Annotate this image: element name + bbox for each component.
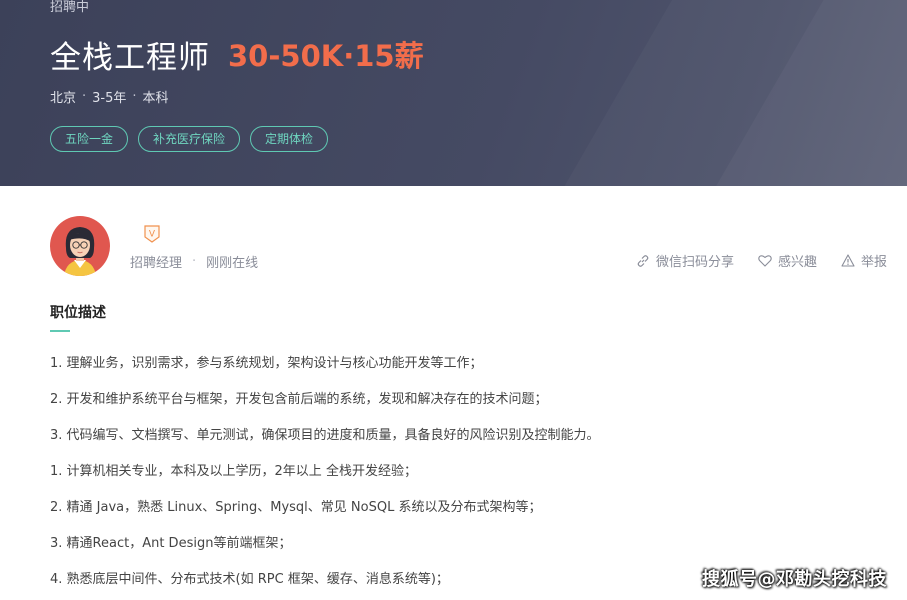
- avatar-illustration: [50, 216, 110, 276]
- warning-icon: [841, 254, 855, 267]
- report-label: 举报: [860, 255, 887, 270]
- recruiter-avatar[interactable]: [50, 216, 110, 276]
- job-status: 招聘中: [50, 0, 90, 15]
- benefit-tag: 五险一金: [50, 126, 129, 152]
- description-line: 3. 精通React，Ant Design等前端框架；: [50, 536, 292, 551]
- recruiter-role: 招聘经理: [130, 256, 183, 271]
- recruiter-online-status: 刚刚在线: [206, 256, 259, 271]
- link-icon: [637, 254, 649, 267]
- verified-badge-icon: V: [144, 225, 160, 243]
- job-header-banner: 招聘中 全栈工程师 30-50K·15薪 北京 · 3-5年 · 本科 五险一金…: [0, 0, 907, 186]
- job-actions: 微信扫码分享 感兴趣 举报: [612, 251, 887, 270]
- verified-badge-letter: V: [149, 230, 156, 240]
- description-line: 3. 代码编写、文档撰写、单元测试，确保项目的进度和质量，具备良好的风险识别及控…: [50, 428, 600, 443]
- share-label: 微信扫码分享: [655, 255, 734, 270]
- interest-button[interactable]: 感兴趣: [758, 251, 817, 270]
- meta-separator: ·: [82, 89, 87, 104]
- recruiter-info: 招聘经理 · 刚刚在线: [130, 252, 258, 271]
- job-meta: 北京 · 3-5年 · 本科: [50, 87, 169, 106]
- description-line: 2. 开发和维护系统平台与框架，开发包含前后端的系统，发现和解决存在的技术问题；: [50, 392, 548, 407]
- share-button[interactable]: 微信扫码分享: [636, 251, 734, 270]
- job-title: 全栈工程师: [50, 39, 210, 76]
- job-experience: 3-5年: [92, 91, 127, 106]
- watermark: 搜狐号@邓勘头挖科技: [702, 569, 887, 590]
- description-line: 1. 计算机相关专业，本科及以上学历，2年以上 全栈开发经验；: [50, 464, 417, 479]
- description-line: 1. 理解业务，识别需求，参与系统规划，架构设计与核心功能开发等工作；: [50, 356, 483, 371]
- job-city: 北京: [50, 91, 77, 106]
- meta-separator: ·: [132, 89, 137, 104]
- benefit-tag: 补充医疗保险: [138, 126, 241, 152]
- benefit-tag: 定期体检: [250, 126, 329, 152]
- job-education: 本科: [142, 91, 169, 106]
- job-description-heading: 职位描述: [50, 305, 106, 321]
- description-line: 2. 精通 Java，熟悉 Linux、Spring、Mysql、常见 NoSQ…: [50, 500, 542, 515]
- title-row: 全栈工程师 30-50K·15薪: [50, 34, 424, 76]
- job-description: 1. 理解业务，识别需求，参与系统规划，架构设计与核心功能开发等工作； 2. 开…: [50, 352, 890, 600]
- recruiter-separator: ·: [192, 254, 197, 269]
- heading-underline: [50, 330, 70, 332]
- job-salary: 30-50K·15薪: [228, 39, 424, 73]
- interest-label: 感兴趣: [777, 255, 817, 270]
- report-button[interactable]: 举报: [841, 251, 887, 270]
- heart-icon: [758, 255, 772, 267]
- benefit-tags: 五险一金 补充医疗保险 定期体检: [50, 126, 329, 152]
